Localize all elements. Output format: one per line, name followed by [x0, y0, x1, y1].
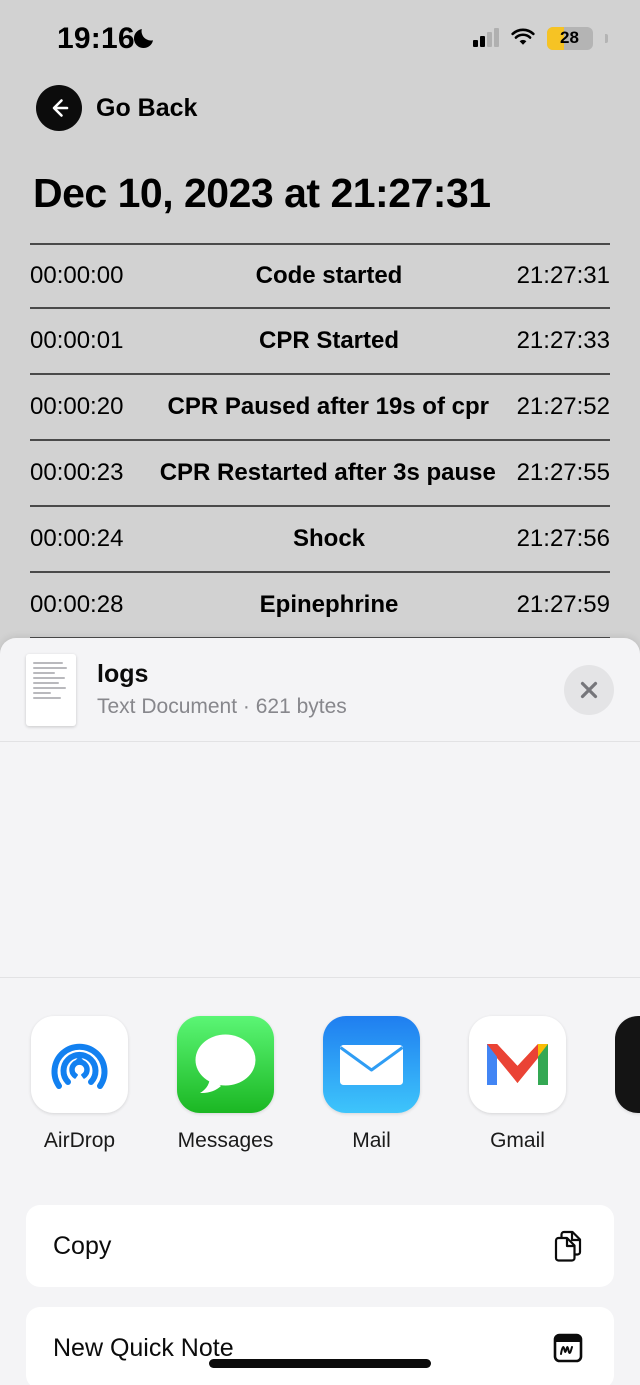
copy-documents-icon	[554, 1230, 582, 1262]
share-target-airdrop[interactable]: AirDrop	[31, 1016, 128, 1153]
row-event: CPR Paused after 19s of cpr	[167, 393, 489, 420]
share-target-mail[interactable]: Mail	[323, 1016, 420, 1153]
text-document-thumbnail	[26, 653, 76, 726]
table-row[interactable]: 00:00:28 Epinephrine 21:27:59	[30, 573, 610, 639]
go-back-button[interactable]: Go Back	[36, 85, 197, 131]
row-time: 21:27:59	[516, 591, 610, 618]
row-elapsed: 00:00:24	[30, 525, 124, 552]
share-target-label: AirDrop	[43, 1129, 116, 1152]
share-sheet: logs Text Document · 621 bytes AirDrop M…	[0, 638, 640, 1385]
wifi-icon	[510, 28, 535, 45]
crescent-moon-icon	[133, 29, 153, 49]
row-elapsed: 00:00:20	[30, 393, 124, 420]
share-target-label: Messages	[177, 1129, 274, 1152]
share-target-label: Gmail	[490, 1129, 545, 1152]
table-row[interactable]: 00:00:24 Shock 21:27:56	[30, 507, 610, 573]
share-target-gmail[interactable]: Gmail	[469, 1016, 566, 1153]
close-button[interactable]	[564, 664, 614, 715]
row-elapsed: 00:00:01	[30, 327, 124, 354]
row-time: 21:27:52	[516, 393, 610, 420]
page-title: Dec 10, 2023 at 21:27:31	[33, 170, 491, 216]
event-log-table: 00:00:00 Code started 21:27:31 00:00:01 …	[30, 243, 610, 639]
action-label: New Quick Note	[53, 1333, 234, 1362]
cellular-signal-icon	[473, 28, 499, 47]
share-targets-row[interactable]: AirDrop Messages Mail Gmail	[0, 978, 640, 1183]
app-screen: 19:16 28 Go Back Dec 10, 2023 at 21:27:3…	[0, 0, 640, 700]
airdrop-icon	[31, 1016, 128, 1113]
row-time: 21:27:55	[516, 459, 610, 486]
action-label: Copy	[53, 1231, 112, 1260]
dark-app-icon	[615, 1016, 640, 1113]
home-indicator	[209, 1359, 431, 1368]
row-event: Shock	[292, 525, 366, 552]
row-event: Code started	[255, 262, 403, 289]
table-row[interactable]: 00:00:00 Code started 21:27:31	[30, 243, 610, 309]
share-target-partial[interactable]	[615, 1016, 640, 1129]
file-subtitle: Text Document · 621 bytes	[97, 694, 347, 718]
status-bar-indicators: 28	[473, 26, 608, 50]
battery-indicator: 28	[546, 26, 593, 50]
status-bar-time: 19:16	[57, 22, 135, 55]
row-elapsed: 00:00:00	[30, 262, 124, 289]
row-event: CPR Restarted after 3s pause	[159, 459, 496, 486]
status-bar: 19:16 28	[0, 0, 640, 70]
share-target-label: Mail	[352, 1129, 391, 1152]
share-sheet-empty-area	[0, 742, 640, 978]
messages-icon	[177, 1016, 274, 1113]
action-copy[interactable]: Copy	[26, 1205, 614, 1287]
share-sheet-header: logs Text Document · 621 bytes	[0, 638, 640, 742]
share-actions-list: Copy New Quick Note	[0, 1183, 640, 1385]
go-back-label: Go Back	[96, 93, 198, 122]
arrow-left-icon	[36, 85, 82, 131]
row-time: 21:27:31	[516, 262, 610, 289]
mail-icon	[323, 1016, 420, 1113]
table-row[interactable]: 00:00:01 CPR Started 21:27:33	[30, 309, 610, 375]
battery-tip	[605, 33, 608, 43]
file-name: logs	[97, 660, 149, 689]
table-row[interactable]: 00:00:20 CPR Paused after 19s of cpr 21:…	[30, 375, 610, 441]
gmail-icon	[469, 1016, 566, 1113]
action-new-quick-note[interactable]: New Quick Note	[26, 1307, 614, 1385]
table-row[interactable]: 00:00:23 CPR Restarted after 3s pause 21…	[30, 441, 610, 507]
row-time: 21:27:56	[516, 525, 610, 552]
row-time: 21:27:33	[516, 327, 610, 354]
row-elapsed: 00:00:28	[30, 591, 124, 618]
row-event: CPR Started	[258, 327, 400, 354]
battery-percent: 28	[560, 28, 579, 47]
close-icon	[580, 681, 598, 698]
row-elapsed: 00:00:23	[30, 459, 124, 486]
file-info: logs Text Document · 621 bytes	[97, 660, 564, 719]
row-event: Epinephrine	[259, 591, 399, 618]
share-target-messages[interactable]: Messages	[177, 1016, 274, 1153]
quick-note-icon	[553, 1333, 583, 1363]
